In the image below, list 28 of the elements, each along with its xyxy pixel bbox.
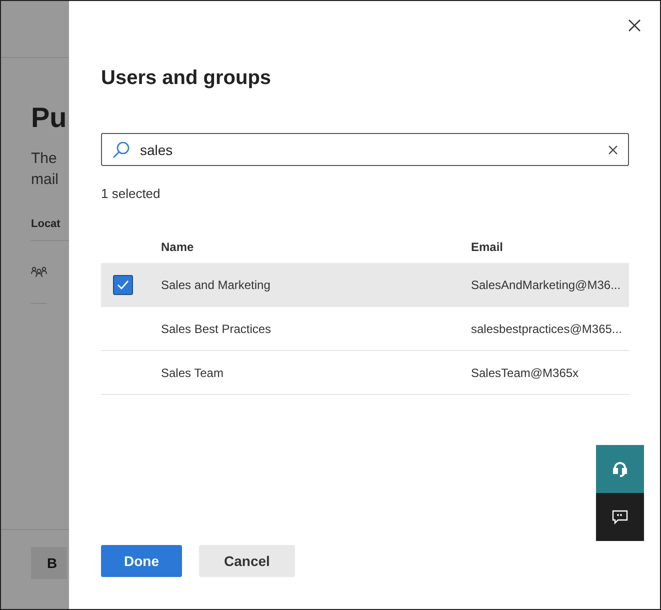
table-cell: SalesTeam@M365x [471, 366, 579, 380]
search-icon [112, 140, 130, 158]
column-header: Locat [31, 218, 60, 230]
people-icon [31, 266, 47, 278]
check-icon [117, 280, 129, 290]
table-cell-text: Sales Best Practices [161, 322, 272, 336]
column-header[interactable]: Email [471, 240, 504, 254]
table-cell: salesbestpractices@M365... [471, 322, 622, 336]
table-cell-text: Sales and Marketing [161, 278, 272, 292]
page-description: mail [31, 170, 59, 190]
headset-icon [613, 461, 627, 477]
done-button[interactable]: Done [101, 545, 182, 577]
column-header[interactable]: Name [161, 240, 471, 254]
panel-title: Users and groups [101, 67, 272, 90]
chat-icon [612, 510, 628, 524]
page-description: The [31, 149, 57, 169]
page-heading: Pu [31, 101, 67, 135]
table-row[interactable]: Sales and Marketing SalesAndMarketing@M36... [101, 263, 629, 307]
search-box[interactable]: sales [101, 133, 629, 166]
table-cell: SalesAndMarketing@M36... [471, 278, 621, 292]
feedback-button[interactable] [596, 493, 644, 541]
checkbox[interactable] [113, 274, 133, 294]
selection-count: 1 selected [101, 186, 162, 201]
headset-button[interactable] [596, 445, 644, 493]
back-button[interactable]: B [31, 547, 67, 579]
cancel-button[interactable]: Cancel [199, 545, 295, 577]
clear-icon[interactable] [608, 144, 618, 154]
table-cell-text: Sales Team [161, 366, 224, 380]
